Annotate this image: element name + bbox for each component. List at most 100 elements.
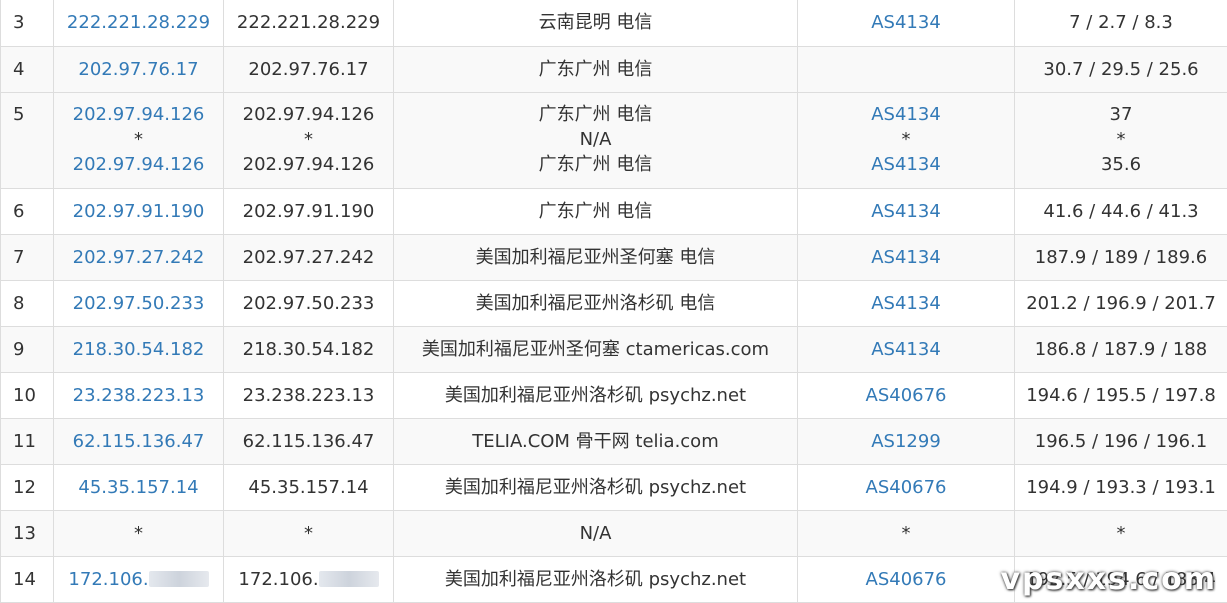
hop-number: 9 [1, 326, 54, 372]
latency: 194.6 / 195.5 / 197.8 [1015, 372, 1227, 418]
location: N/A [394, 510, 798, 556]
ip-link[interactable]: 202.97.94.126 [54, 152, 223, 177]
hop-number: 13 [1, 510, 54, 556]
latency: 30.7 / 29.5 / 25.6 [1015, 46, 1227, 92]
hostname: 202.97.94.126 [224, 152, 393, 177]
table-row: 12 45.35.157.14 45.35.157.14 美国加利福尼亚州洛杉矶… [1, 464, 1227, 510]
hop-number: 12 [1, 464, 54, 510]
asn-placeholder: * [798, 127, 1014, 152]
location: 广东广州 电信 [394, 46, 798, 92]
location: 美国加利福尼亚州圣何塞 ctamericas.com [394, 326, 798, 372]
latency: 37 [1015, 102, 1227, 127]
asn-link[interactable]: AS40676 [798, 464, 1015, 510]
ip-link[interactable]: 222.221.28.229 [54, 0, 224, 46]
asn-link[interactable]: AS4134 [798, 102, 1014, 127]
hop-number: 4 [1, 46, 54, 92]
ip-link[interactable]: 172.106. [68, 569, 148, 590]
hostname: 202.97.91.190 [224, 188, 394, 234]
ip-link[interactable]: 45.35.157.14 [54, 464, 224, 510]
hop-number: 5 [1, 92, 54, 188]
table-row: 13 * * N/A * * [1, 510, 1227, 556]
latency: 194.9 / 193.3 / 193.1 [1015, 464, 1227, 510]
location: 广东广州 电信 [394, 152, 797, 177]
asn-link[interactable]: AS40676 [798, 556, 1015, 602]
ip-link[interactable]: 202.97.91.190 [54, 188, 224, 234]
table-row: 9 218.30.54.182 218.30.54.182 美国加利福尼亚州圣何… [1, 326, 1227, 372]
hostname: * [224, 510, 394, 556]
ip-link[interactable]: 202.97.27.242 [54, 234, 224, 280]
latency: 192.5 / 194.6 / 188.4 [1015, 556, 1227, 602]
latency: 196.5 / 196 / 196.1 [1015, 418, 1227, 464]
asn-cell: AS4134 * AS4134 [798, 92, 1015, 188]
latency: 41.6 / 44.6 / 41.3 [1015, 188, 1227, 234]
table-row: 10 23.238.223.13 23.238.223.13 美国加利福尼亚州洛… [1, 372, 1227, 418]
latency: 186.8 / 187.9 / 188 [1015, 326, 1227, 372]
hostname: * [224, 127, 393, 152]
latency: * [1015, 127, 1227, 152]
latency-cell: 37 * 35.6 [1015, 92, 1227, 188]
hop-number: 10 [1, 372, 54, 418]
hostname: 172.106. [238, 569, 318, 590]
table-row: 3 222.221.28.229 222.221.28.229 云南昆明 电信 … [1, 0, 1227, 46]
asn-link[interactable]: AS4134 [798, 234, 1015, 280]
location: 美国加利福尼亚州洛杉矶 psychz.net [394, 556, 798, 602]
location: 广东广州 电信 [394, 102, 797, 127]
latency: 201.2 / 196.9 / 201.7 [1015, 280, 1227, 326]
table-row: 6 202.97.91.190 202.97.91.190 广东广州 电信 AS… [1, 188, 1227, 234]
hostname: 202.97.94.126 [224, 102, 393, 127]
hostname: 218.30.54.182 [224, 326, 394, 372]
location: 美国加利福尼亚州洛杉矶 电信 [394, 280, 798, 326]
ip-placeholder: * [54, 510, 224, 556]
hop-number: 14 [1, 556, 54, 602]
location: N/A [394, 127, 797, 152]
hostname: 45.35.157.14 [224, 464, 394, 510]
hop-number: 11 [1, 418, 54, 464]
asn-placeholder: * [798, 510, 1015, 556]
ip-cell: 172.106. [54, 556, 224, 602]
hostname: 202.97.27.242 [224, 234, 394, 280]
latency: * [1015, 510, 1227, 556]
ip-link[interactable]: 202.97.76.17 [54, 46, 224, 92]
hop-number: 6 [1, 188, 54, 234]
asn-link[interactable]: AS1299 [798, 418, 1015, 464]
location: TELIA.COM 骨干网 telia.com [394, 418, 798, 464]
location-cell: 广东广州 电信 N/A 广东广州 电信 [394, 92, 798, 188]
table-row: 14 172.106. 172.106. 美国加利福尼亚州洛杉矶 psychz.… [1, 556, 1227, 602]
table-row: 5 202.97.94.126 * 202.97.94.126 202.97.9… [1, 92, 1227, 188]
location: 广东广州 电信 [394, 188, 798, 234]
asn-link[interactable]: AS4134 [798, 152, 1014, 177]
hostname-cell: 202.97.94.126 * 202.97.94.126 [224, 92, 394, 188]
hostname: 222.221.28.229 [224, 0, 394, 46]
latency: 187.9 / 189 / 189.6 [1015, 234, 1227, 280]
hop-number: 8 [1, 280, 54, 326]
latency: 35.6 [1015, 152, 1227, 177]
traceroute-table: 3 222.221.28.229 222.221.28.229 云南昆明 电信 … [0, 0, 1227, 603]
table-row: 7 202.97.27.242 202.97.27.242 美国加利福尼亚州圣何… [1, 234, 1227, 280]
redaction-mask [319, 571, 379, 587]
location: 美国加利福尼亚州圣何塞 电信 [394, 234, 798, 280]
hop-number: 7 [1, 234, 54, 280]
location: 云南昆明 电信 [394, 0, 798, 46]
ip-link[interactable]: 23.238.223.13 [54, 372, 224, 418]
hostname: 202.97.50.233 [224, 280, 394, 326]
asn-link[interactable]: AS4134 [798, 280, 1015, 326]
hostname: 202.97.76.17 [224, 46, 394, 92]
asn-link[interactable] [798, 46, 1015, 92]
location: 美国加利福尼亚州洛杉矶 psychz.net [394, 464, 798, 510]
ip-link[interactable]: 218.30.54.182 [54, 326, 224, 372]
asn-link[interactable]: AS4134 [798, 0, 1015, 46]
ip-link[interactable]: 62.115.136.47 [54, 418, 224, 464]
hostname: 23.238.223.13 [224, 372, 394, 418]
ip-placeholder: * [54, 127, 223, 152]
table-row: 11 62.115.136.47 62.115.136.47 TELIA.COM… [1, 418, 1227, 464]
table-row: 8 202.97.50.233 202.97.50.233 美国加利福尼亚州洛杉… [1, 280, 1227, 326]
hostname: 62.115.136.47 [224, 418, 394, 464]
asn-link[interactable]: AS4134 [798, 188, 1015, 234]
hop-number: 3 [1, 0, 54, 46]
ip-link[interactable]: 202.97.94.126 [54, 102, 223, 127]
hostname-cell: 172.106. [224, 556, 394, 602]
table-row: 4 202.97.76.17 202.97.76.17 广东广州 电信 30.7… [1, 46, 1227, 92]
asn-link[interactable]: AS4134 [798, 326, 1015, 372]
asn-link[interactable]: AS40676 [798, 372, 1015, 418]
ip-link[interactable]: 202.97.50.233 [54, 280, 224, 326]
